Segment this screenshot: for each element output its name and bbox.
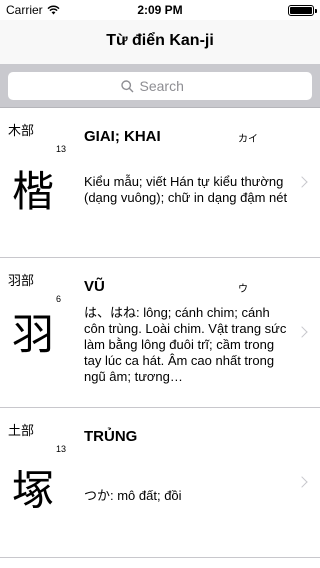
meaning-text: は、はね: lông; cánh chim; cánh côn trùng. L… (84, 305, 287, 384)
stroke-count: 13 (56, 444, 67, 454)
battery-icon (288, 5, 317, 16)
stroke-count: 6 (56, 294, 62, 304)
clock: 2:09 PM (137, 3, 183, 17)
list-item[interactable]: 羽部 6 羽 VŨ ウ は、はね: lông; cánh chim; cánh … (0, 258, 320, 408)
kanji-character: 楷 (11, 167, 54, 216)
radical-label: 木部 (8, 123, 35, 138)
radical-label: 羽部 (8, 273, 35, 288)
reading-label: GIAI; KHAI (84, 128, 161, 145)
status-bar: Carrier 2:09 PM (0, 0, 320, 20)
chevron-right-icon (296, 326, 308, 338)
reading-label: VŨ (84, 278, 105, 295)
search-icon (120, 79, 133, 92)
reading-label: TRỦNG (84, 428, 138, 445)
search-input[interactable] (139, 78, 200, 94)
chevron-right-icon (296, 176, 308, 188)
battery-fill (290, 7, 312, 14)
meaning-text: Kiểu mẫu; viết Hán tự kiểu thường (dạng … (84, 174, 288, 205)
kana-label: ウ (238, 284, 248, 295)
list-item[interactable]: 土部 13 塚 TRỦNG つか: mô đất; đồi (0, 408, 320, 558)
kanji-character: 羽 (11, 310, 54, 359)
kanji-character: 塚 (11, 466, 54, 515)
search-field[interactable] (8, 72, 312, 100)
search-bar (0, 64, 320, 108)
meaning-text: つか: mô đất; đồi (84, 488, 182, 503)
kana-label: カイ (238, 134, 258, 145)
kanji-list: 木部 13 楷 GIAI; KHAI カイ Kiểu mẫu; viết Hán… (0, 108, 320, 558)
page-title: Từ điển Kan-ji (106, 32, 214, 49)
chevron-right-icon (296, 476, 308, 488)
stroke-count: 13 (56, 144, 67, 154)
navigation-bar: Từ điển Kan-ji (0, 20, 320, 64)
list-item[interactable]: 木部 13 楷 GIAI; KHAI カイ Kiểu mẫu; viết Hán… (0, 108, 320, 258)
radical-label: 土部 (8, 423, 35, 438)
